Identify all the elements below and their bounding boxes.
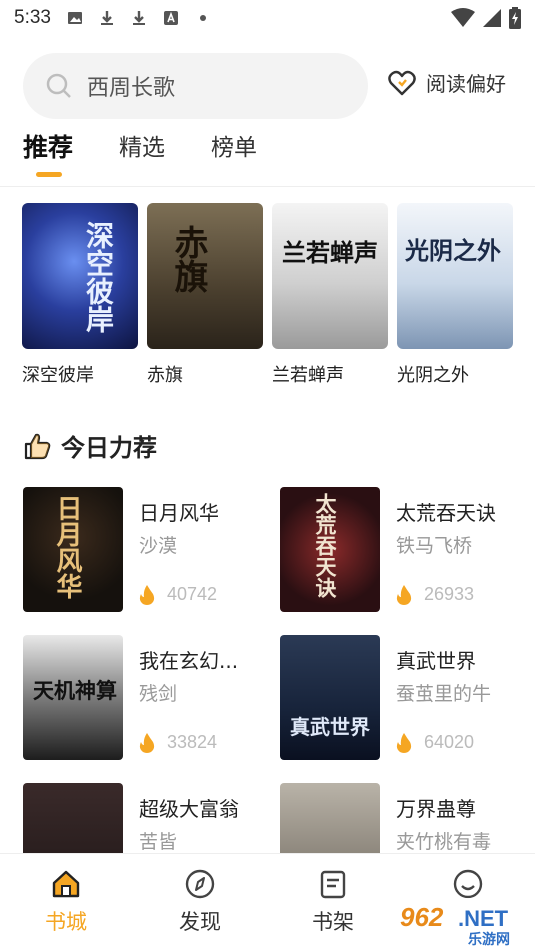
watermark-number: 962 <box>400 902 444 932</box>
tab-label: 推荐 <box>23 133 74 162</box>
nav-label: 书城 <box>45 910 87 934</box>
heat-value: 33824 <box>167 732 218 752</box>
tab-ranking[interactable]: 榜单 <box>211 128 257 172</box>
book-title: 光阴之外 <box>397 365 469 386</box>
book-heat: 26933 <box>396 584 474 605</box>
search-icon <box>46 73 71 98</box>
book-cover: 真武世界 <box>280 635 380 760</box>
book-cover: 兰若蝉声 <box>272 203 388 349</box>
book-heat: 64020 <box>396 732 474 753</box>
book-card[interactable]: 赤旗 赤旗 <box>147 203 263 387</box>
wifi-icon <box>451 8 475 27</box>
status-time: 5:33 <box>14 7 51 28</box>
profile-icon <box>453 869 483 899</box>
book-list-item[interactable]: 太荒吞天诀 太荒吞天诀 铁马飞桥 26933 <box>280 487 520 615</box>
divider <box>0 186 535 187</box>
nav-discover[interactable]: 发现 <box>160 868 240 936</box>
tab-recommend[interactable]: 推荐 <box>23 128 74 177</box>
book-heat: 33824 <box>139 732 217 753</box>
signal-icon <box>483 9 501 27</box>
nav-bookshelf[interactable]: 书架 <box>293 868 373 936</box>
flame-icon <box>396 732 412 753</box>
download-icon <box>100 11 113 25</box>
book-cover: 天机神算 <box>23 635 123 760</box>
heart-icon <box>388 70 416 95</box>
dot-icon <box>199 15 206 21</box>
cover-title-text: 真武世界 <box>290 715 370 739</box>
book-title: 赤旗 <box>147 365 183 386</box>
reading-preference-label: 阅读偏好 <box>426 72 506 96</box>
book-heat: 40742 <box>139 584 217 605</box>
cover-title-text: 赤旗 <box>168 225 208 293</box>
section-header: 今日力荐 <box>23 428 157 463</box>
flame-icon <box>139 732 155 753</box>
heat-value: 26933 <box>424 584 475 604</box>
watermark-suffix: .NET <box>458 906 509 931</box>
battery-icon <box>509 7 521 29</box>
bookshelf-icon <box>320 870 346 899</box>
flame-icon <box>396 584 412 605</box>
book-title: 兰若蝉声 <box>272 365 344 386</box>
cover-title-text: 天机神算 <box>33 678 117 703</box>
book-author: 蚕茧里的牛 <box>396 683 492 705</box>
home-icon <box>52 870 80 898</box>
category-tabs: 推荐 精选 榜单 <box>23 128 257 184</box>
thumbs-up-icon <box>24 433 51 459</box>
book-author: 残剑 <box>139 683 178 705</box>
book-card[interactable]: 兰若蝉声 兰若蝉声 <box>272 203 388 387</box>
book-title: 我在玄幻... <box>139 649 239 673</box>
cover-title-text: 光阴之外 <box>405 236 501 265</box>
book-title: 万界蛊尊 <box>396 797 476 821</box>
book-list-item[interactable]: 天机神算 我在玄幻... 残剑 33824 <box>23 635 263 763</box>
book-author: 夹竹桃有毒 <box>396 831 492 853</box>
site-watermark: 962 .NET 乐游网 <box>396 898 532 948</box>
book-list-item[interactable]: 真武世界 真武世界 蚕茧里的牛 64020 <box>280 635 520 763</box>
book-title: 真武世界 <box>396 649 476 673</box>
book-cover: 日月风华 <box>23 487 123 612</box>
tab-label: 榜单 <box>211 135 258 161</box>
active-tab-indicator <box>36 172 62 177</box>
cover-title-text: 深空彼岸 <box>82 221 115 333</box>
image-icon <box>67 12 82 24</box>
book-author: 沙漠 <box>139 535 178 557</box>
compass-icon <box>185 869 215 899</box>
heat-value: 64020 <box>424 732 475 752</box>
book-cover: 光阴之外 <box>397 203 513 349</box>
heat-value: 40742 <box>167 584 218 604</box>
download-icon <box>132 11 145 25</box>
cover-title-text: 日月风华 <box>52 495 82 599</box>
book-title: 深空彼岸 <box>22 365 94 386</box>
book-list-item[interactable]: 日月风华 日月风华 沙漠 40742 <box>23 487 263 615</box>
book-cover: 深空彼岸 <box>22 203 138 349</box>
search-bar[interactable]: 西周长歌 <box>23 53 368 119</box>
nav-bookstore[interactable]: 书城 <box>26 868 106 936</box>
book-author: 铁马飞桥 <box>396 535 473 557</box>
tab-featured[interactable]: 精选 <box>119 128 165 172</box>
book-cover: 太荒吞天诀 <box>280 487 380 612</box>
book-title: 超级大富翁 <box>139 797 239 821</box>
nav-label: 书架 <box>312 910 354 934</box>
book-title: 太荒吞天诀 <box>396 501 496 525</box>
book-author: 苦皆 <box>139 831 178 853</box>
watermark-site: 乐游网 <box>468 931 510 948</box>
book-cover: 赤旗 <box>147 203 263 349</box>
section-title: 今日力荐 <box>61 434 157 462</box>
book-card[interactable]: 光阴之外 光阴之外 <box>397 203 513 387</box>
search-input[interactable]: 西周长歌 <box>87 70 175 102</box>
cover-title-text: 兰若蝉声 <box>282 238 378 267</box>
tab-label: 精选 <box>119 135 166 161</box>
flame-icon <box>139 584 155 605</box>
status-bar: 5:33 <box>0 0 535 36</box>
book-card[interactable]: 深空彼岸 深空彼岸 <box>22 203 138 387</box>
nav-label: 发现 <box>179 910 221 934</box>
font-icon <box>163 11 178 25</box>
reading-preference-button[interactable]: 阅读偏好 <box>388 68 506 97</box>
cover-title-text: 太荒吞天诀 <box>313 493 338 598</box>
book-title: 日月风华 <box>139 501 219 525</box>
